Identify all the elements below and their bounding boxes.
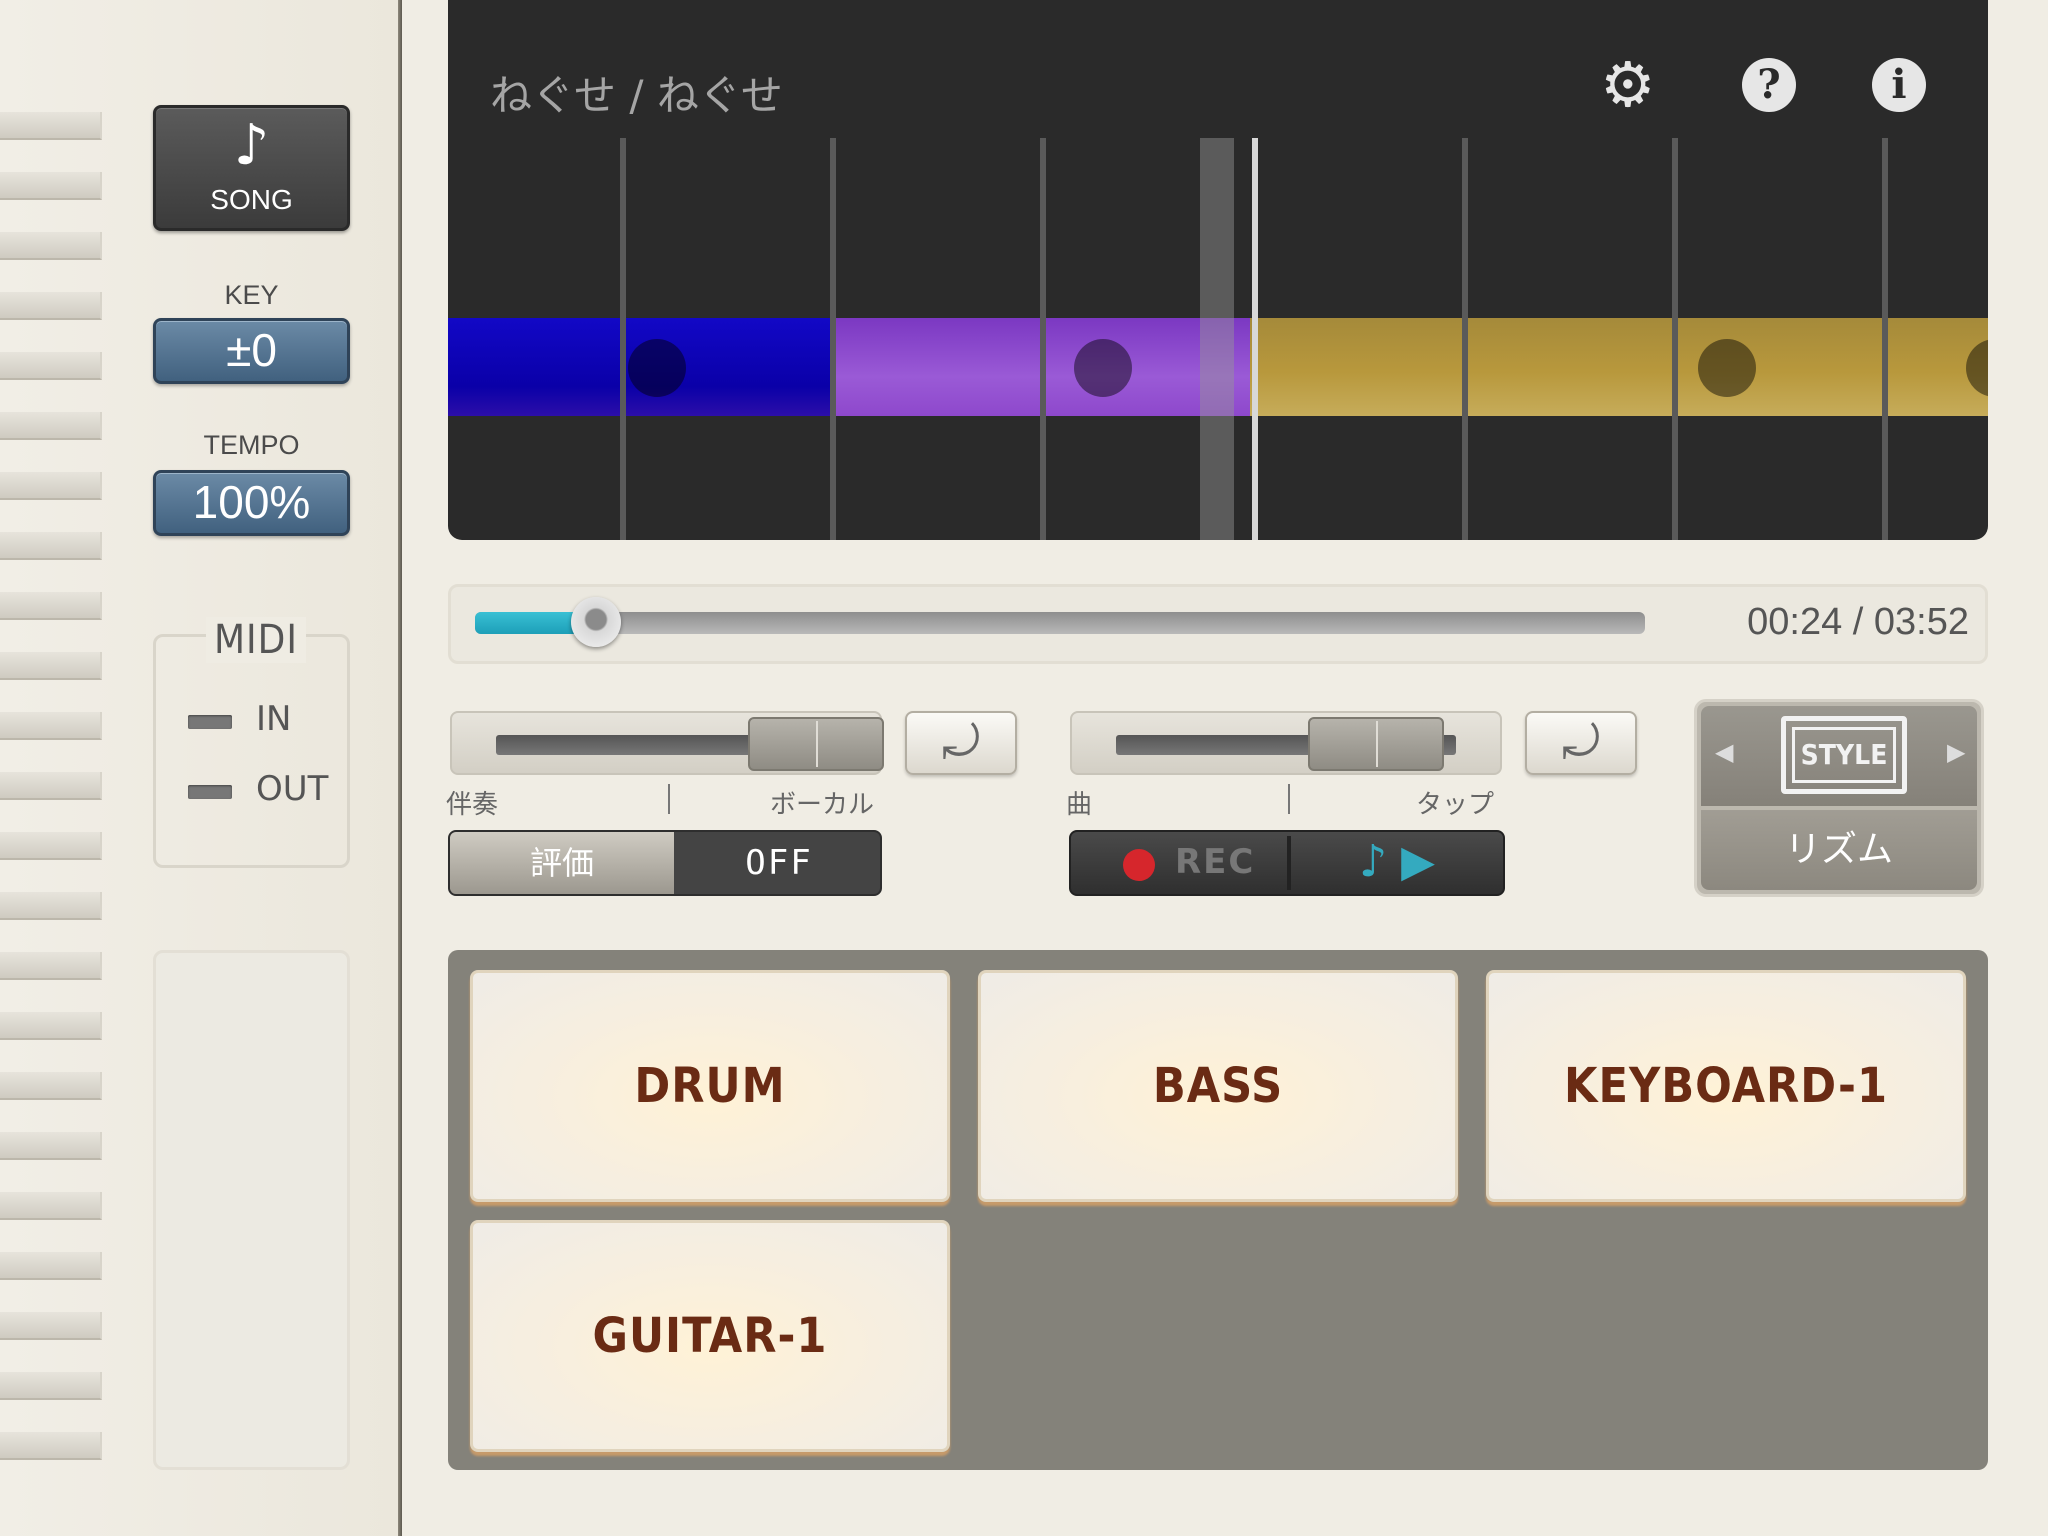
piano-key[interactable] (0, 592, 102, 620)
midi-out-label: OUT (256, 769, 329, 809)
progress-track[interactable] (475, 597, 1645, 647)
vocal-label: ボーカル (770, 790, 875, 820)
piano-key[interactable] (0, 1192, 102, 1220)
style-badge[interactable]: STYLE (1781, 716, 1907, 794)
song-label: SONG (210, 184, 293, 215)
piano-key[interactable] (0, 112, 102, 140)
piano-key[interactable] (0, 952, 102, 980)
style-selector: ◀ STYLE ▶ (1701, 706, 1977, 806)
piano-key[interactable] (0, 1432, 102, 1460)
piano-key[interactable] (0, 1252, 102, 1280)
piano-key[interactable] (0, 1072, 102, 1100)
slider-thumb[interactable] (1308, 717, 1444, 771)
beat-line (830, 138, 836, 540)
beat-line (1672, 138, 1678, 540)
help-icon[interactable]: ? (1742, 58, 1796, 112)
info-icon[interactable]: i (1872, 58, 1926, 112)
part-pad-bass[interactable]: BASS (978, 970, 1458, 1202)
accomp-reset-button[interactable]: ⤾ (905, 711, 1017, 775)
song-label: 曲 (1066, 790, 1093, 820)
piano-key[interactable] (0, 532, 102, 560)
music-note-icon: ♪ (233, 113, 270, 178)
playhead (1200, 138, 1234, 540)
section-bar (1250, 318, 1988, 416)
style-badge-label: STYLE (1792, 727, 1896, 783)
beat-dot (628, 339, 686, 397)
empty-panel (153, 950, 350, 1470)
part-pad-drum[interactable]: DRUM (470, 970, 950, 1202)
prev-style-icon[interactable]: ◀ (1715, 738, 1733, 766)
beat-line (1882, 138, 1888, 540)
style-panel: ◀ STYLE ▶ リズム (1694, 699, 1984, 897)
midi-out-led (188, 785, 232, 799)
piano-key[interactable] (0, 712, 102, 740)
piano-key[interactable] (0, 412, 102, 440)
midi-box: MIDI IN OUT (153, 617, 350, 868)
note-play-icon: ♪ ▶ (1359, 836, 1435, 887)
progress-panel: 00:24 / 03:52 (448, 584, 1988, 664)
next-style-icon[interactable]: ▶ (1947, 738, 1965, 766)
slider-center-tick (1288, 784, 1290, 814)
song-title: ねぐせ / ねぐせ (490, 71, 783, 120)
song-tap-slider[interactable] (1070, 711, 1502, 775)
score-state: OFF (745, 843, 813, 883)
progress-knob[interactable] (570, 597, 621, 647)
tap-reset-button[interactable]: ⤾ (1525, 711, 1637, 775)
record-icon (1123, 849, 1155, 881)
rhythm-button[interactable]: リズム (1701, 810, 1977, 890)
midi-in-label: IN (256, 699, 292, 739)
piano-key[interactable] (0, 892, 102, 920)
tempo-label: TEMPO (203, 430, 300, 460)
midi-title: MIDI (206, 617, 306, 663)
accomp-label: 伴奏 (446, 790, 499, 820)
score-toggle[interactable]: 評価 OFF (448, 830, 882, 896)
piano-key[interactable] (0, 1372, 102, 1400)
beat-dot (1698, 339, 1756, 397)
left-panel: ♪ SONG KEY ±0 TEMPO 100% MIDI IN OUT (0, 0, 398, 1536)
slider-thumb[interactable] (748, 717, 884, 771)
beat-line (620, 138, 626, 540)
gear-icon[interactable]: ⚙ (1600, 54, 1656, 116)
parts-panel: DRUM BASS KEYBOARD-1 GUITAR-1 (448, 950, 1988, 1470)
rec-label: REC (1175, 842, 1256, 882)
piano-key[interactable] (0, 232, 102, 260)
piano-key[interactable] (0, 1312, 102, 1340)
beat-line (1462, 138, 1468, 540)
piano-key[interactable] (0, 472, 102, 500)
play-recording-button[interactable]: ♪ ▶ (1291, 832, 1503, 894)
score-label: 評価 (450, 832, 674, 894)
part-pad-keyboard-1[interactable]: KEYBOARD-1 (1486, 970, 1966, 1202)
slider-center-tick (668, 784, 670, 814)
tap-label: タップ (1416, 790, 1495, 820)
song-display: ねぐせ / ねぐせ ⚙ ? i (448, 0, 1988, 540)
rec-button[interactable]: REC (1071, 832, 1287, 894)
tempo-value-button[interactable]: 100% (153, 470, 350, 536)
piano-key[interactable] (0, 772, 102, 800)
recorder-controls: REC ♪ ▶ (1069, 830, 1505, 896)
playhead-line (1252, 138, 1258, 540)
time-readout: 00:24 / 03:52 (1747, 601, 1969, 643)
piano-key[interactable] (0, 652, 102, 680)
piano-key[interactable] (0, 292, 102, 320)
piano-key[interactable] (0, 352, 102, 380)
key-label: KEY (224, 280, 279, 310)
key-value-button[interactable]: ±0 (153, 318, 350, 384)
piano-key[interactable] (0, 1012, 102, 1040)
piano-key[interactable] (0, 172, 102, 200)
beat-dot (1074, 339, 1132, 397)
accomp-vocal-slider[interactable] (450, 711, 884, 775)
song-button[interactable]: ♪ SONG (153, 105, 350, 231)
piano-key[interactable] (0, 1132, 102, 1160)
piano-key[interactable] (0, 832, 102, 860)
beat-line (1040, 138, 1046, 540)
midi-in-led (188, 715, 232, 729)
part-pad-guitar-1[interactable]: GUITAR-1 (470, 1220, 950, 1452)
